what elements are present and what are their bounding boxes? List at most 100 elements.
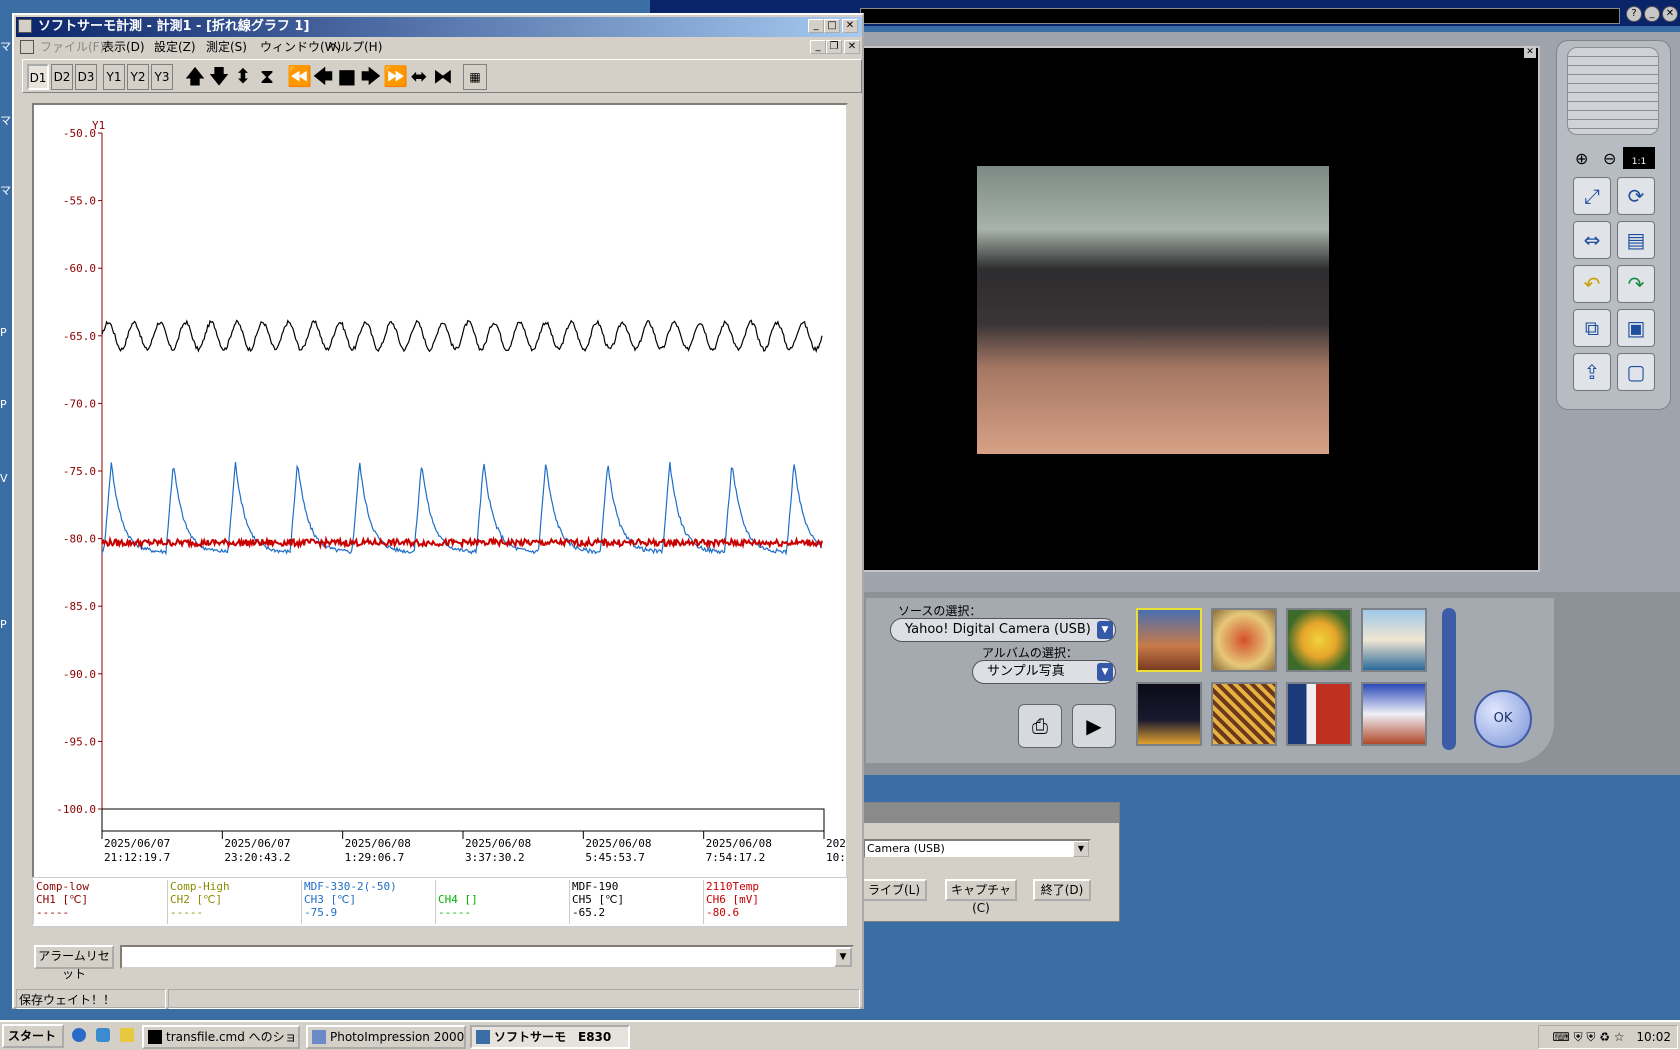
thumbnail[interactable] <box>1286 682 1352 746</box>
compress-horizontal-icon[interactable]: ⧓ <box>431 64 455 90</box>
task-softthermo[interactable]: ソフトサーモ E830 <box>470 1025 630 1049</box>
enhance-icon[interactable]: ⇪ <box>1573 353 1611 391</box>
thumbnail[interactable] <box>1286 608 1352 672</box>
legend-val: -75.9 <box>304 906 338 919</box>
y-tick-label: -70.0 <box>63 397 96 410</box>
zoom-in-icon[interactable]: ⊕ <box>1575 149 1588 168</box>
close-button[interactable]: ✕ <box>1662 6 1678 22</box>
legend-channel[interactable]: Comp-low CH1 [℃] ----- <box>33 880 167 924</box>
status-bar: 保存ウェイト！！ <box>16 989 862 1009</box>
thumbnail[interactable] <box>1361 682 1427 746</box>
help-button[interactable]: ? <box>1626 6 1642 22</box>
undo-icon[interactable]: ↶ <box>1573 265 1611 303</box>
line-graph-area[interactable]: Y1 -50.0 -55.0 -60.0 -65.0 -70.0 -75.0 -80.0 -85… <box>32 103 892 879</box>
mdi-minimize-button[interactable]: _ <box>810 40 826 54</box>
video-camera-button[interactable]: ▶ <box>1072 704 1116 748</box>
legend-channel[interactable]: MDF-330-2(-50) CH3 [℃] -75.9 <box>301 880 435 924</box>
thumbnail[interactable] <box>1361 608 1427 672</box>
alarm-select[interactable]: ▼ <box>120 945 854 969</box>
folder-icon[interactable] <box>120 1028 134 1042</box>
d2-button[interactable]: D2 <box>51 64 73 90</box>
panel-grip[interactable] <box>1567 47 1659 135</box>
thumbnail[interactable] <box>1211 682 1277 746</box>
task-photoimpression[interactable]: PhotoImpression 2000 <box>306 1025 466 1049</box>
thumbnail[interactable] <box>1136 682 1202 746</box>
menu-help[interactable]: ヘルプ(H) <box>328 37 382 57</box>
d1-button[interactable]: D1 <box>27 64 49 90</box>
fit-icon[interactable]: ⤢ <box>1573 177 1611 215</box>
arrow-down-icon[interactable]: 🡇 <box>207 64 231 90</box>
zoom-out-icon[interactable]: ⊖ <box>1603 149 1616 168</box>
menu-file[interactable]: ファイル(F) <box>40 37 104 57</box>
alarm-reset-button[interactable]: アラームリセット <box>34 945 114 981</box>
minimize-button[interactable]: _ <box>808 19 824 33</box>
y3-button[interactable]: Y3 <box>151 64 173 90</box>
thumbnail[interactable] <box>1211 608 1277 672</box>
source-select[interactable]: Yahoo! Digital Camera (USB) ▼ <box>890 618 1116 642</box>
camera-select[interactable]: Camera (USB) ▼ <box>863 839 1091 859</box>
legend-channel[interactable]: MDF-190 CH5 [℃] -65.2 <box>569 880 703 924</box>
album-select[interactable]: サンプル写真 ▼ <box>972 660 1116 684</box>
thumbnail-scrollbar[interactable] <box>1442 608 1456 750</box>
arrow-left-icon[interactable]: 🡄 <box>311 64 335 90</box>
expand-vertical-icon[interactable]: ⬍ <box>231 64 255 90</box>
legend-name <box>438 880 569 893</box>
capture-button[interactable]: キャプチャ(C) <box>945 879 1017 915</box>
ok-button[interactable]: OK <box>1474 690 1532 748</box>
legend-channel[interactable]: Comp-High CH2 [℃] ----- <box>167 880 301 924</box>
fast-forward-icon[interactable]: ⏩ <box>383 64 408 90</box>
graph-settings-icon[interactable]: ▦ <box>463 64 487 90</box>
mdi-close-button[interactable]: ✕ <box>844 40 860 54</box>
series-line <box>101 462 823 556</box>
chevron-down-icon[interactable]: ▼ <box>1073 841 1089 857</box>
exit-button[interactable]: 終了(D) <box>1033 879 1091 901</box>
menu-view[interactable]: 表示(D) <box>102 37 145 57</box>
doc-icon[interactable] <box>20 40 34 54</box>
minimize-button[interactable]: _ <box>1644 6 1660 22</box>
maximize-button[interactable]: □ <box>824 19 840 33</box>
y2-button[interactable]: Y2 <box>127 64 149 90</box>
thumbnail[interactable] <box>1136 608 1202 672</box>
task-label: PhotoImpression 2000 <box>330 1030 465 1044</box>
legend-channel[interactable]: 2110Temp CH6 [mV] -80.6 <box>703 880 837 924</box>
toolbar: D1 D2 D3 Y1 Y2 Y3 🡅 🡇 ⬍ ⧗ ⏪ 🡄 ■ 🡆 ⏩ ⬌ ⧓ … <box>22 59 862 93</box>
paste-icon[interactable]: ▣ <box>1617 309 1655 347</box>
scanner-camera-button[interactable]: ⎙ <box>1018 704 1062 748</box>
live-button[interactable]: ライブ(L) <box>861 879 927 901</box>
album-label: アルバムの選択： <box>982 646 1078 660</box>
tray-icons[interactable]: ⌨ ⛨ ⛨ ♻ ☆ <box>1552 1030 1624 1044</box>
mdi-restore-button[interactable]: ❐ <box>826 40 842 54</box>
legend-channel[interactable]: CH4 [] ----- <box>435 880 569 924</box>
menu-measure[interactable]: 測定(S) <box>206 37 247 57</box>
flip-icon[interactable]: ⇔ <box>1573 221 1611 259</box>
start-button[interactable]: スタート <box>2 1024 64 1048</box>
y1-button[interactable]: Y1 <box>103 64 125 90</box>
rotate-icon[interactable]: ⟳ <box>1617 177 1655 215</box>
stop-icon[interactable]: ■ <box>335 64 359 90</box>
redo-icon[interactable]: ↷ <box>1617 265 1655 303</box>
chevron-down-icon[interactable]: ▼ <box>1097 621 1113 639</box>
expand-horizontal-icon[interactable]: ⬌ <box>407 64 431 90</box>
outlook-icon[interactable] <box>96 1028 110 1042</box>
window-title[interactable]: ソフトサーモ計測 - 計測1 - [折れ線グラフ 1] <box>16 17 862 37</box>
close-button[interactable]: ✕ <box>842 19 858 33</box>
arrow-right-icon[interactable]: 🡆 <box>359 64 383 90</box>
frame-icon[interactable]: ▢ <box>1617 353 1655 391</box>
x-tick-time: 10:02:40.7 <box>826 851 846 864</box>
capture-dialog-titlebar[interactable] <box>861 803 1119 823</box>
zoom-ratio[interactable]: 1:1 <box>1623 147 1655 169</box>
copy-icon[interactable]: ⧉ <box>1573 309 1611 347</box>
app-icon[interactable] <box>18 19 32 33</box>
camera-value: Camera (USB) <box>867 842 945 855</box>
fast-back-icon[interactable]: ⏪ <box>287 64 312 90</box>
crop-icon[interactable]: ▤ <box>1617 221 1655 259</box>
menu-settings[interactable]: 設定(Z) <box>154 37 196 57</box>
d3-button[interactable]: D3 <box>75 64 97 90</box>
viewer-close-icon[interactable]: ✕ <box>1524 46 1536 58</box>
task-transfile[interactable]: transfile.cmd へのショート... <box>142 1025 300 1049</box>
ie-icon[interactable] <box>72 1028 86 1042</box>
compress-vertical-icon[interactable]: ⧗ <box>255 64 279 90</box>
arrow-up-icon[interactable]: 🡅 <box>183 64 207 90</box>
chevron-down-icon[interactable]: ▼ <box>834 947 852 967</box>
chevron-down-icon[interactable]: ▼ <box>1097 663 1113 681</box>
